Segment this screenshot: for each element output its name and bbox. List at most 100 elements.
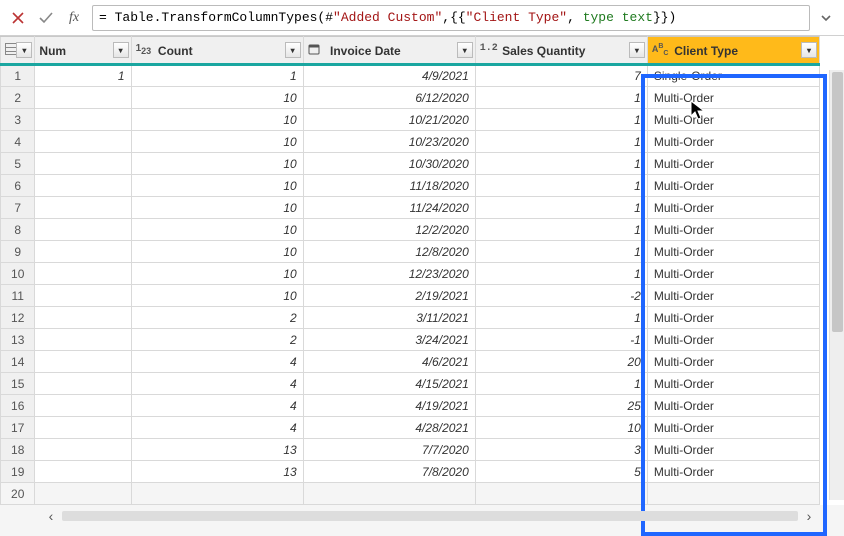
cell-count[interactable] (131, 483, 303, 505)
table-row[interactable]: 51010/30/20201Multi-Order (1, 153, 820, 175)
row-number[interactable]: 18 (1, 439, 35, 461)
cell-client-type[interactable]: Multi-Order (647, 307, 819, 329)
row-number[interactable]: 9 (1, 241, 35, 263)
table-row[interactable]: 1644/19/202125Multi-Order (1, 395, 820, 417)
cell-sales-quantity[interactable] (475, 483, 647, 505)
cell-count[interactable]: 4 (131, 351, 303, 373)
table-row[interactable]: 20 (1, 483, 820, 505)
scrollbar-track[interactable] (62, 511, 798, 521)
row-number[interactable]: 8 (1, 219, 35, 241)
row-number[interactable]: 12 (1, 307, 35, 329)
cell-count[interactable]: 13 (131, 461, 303, 483)
row-number[interactable]: 19 (1, 461, 35, 483)
cell-count[interactable]: 10 (131, 285, 303, 307)
cell-invoice-date[interactable]: 12/23/2020 (303, 263, 475, 285)
cell-count[interactable]: 10 (131, 263, 303, 285)
table-row[interactable]: 18137/7/20203Multi-Order (1, 439, 820, 461)
cancel-formula-button[interactable] (6, 6, 30, 30)
cell-sales-quantity[interactable]: 1 (475, 263, 647, 285)
cell-client-type[interactable]: Multi-Order (647, 285, 819, 307)
cell-count[interactable]: 2 (131, 329, 303, 351)
filter-button-quantity[interactable]: ▾ (629, 42, 645, 58)
cell-sales-quantity[interactable]: -1 (475, 329, 647, 351)
cell-sales-quantity[interactable]: 3 (475, 439, 647, 461)
row-number[interactable]: 6 (1, 175, 35, 197)
cell-invoice-date[interactable]: 4/19/2021 (303, 395, 475, 417)
row-number[interactable]: 20 (1, 483, 35, 505)
cell-num[interactable] (35, 395, 131, 417)
column-header-client-type[interactable]: ABC Client Type ▾ (647, 37, 819, 65)
cell-sales-quantity[interactable]: 1 (475, 175, 647, 197)
cell-count[interactable]: 10 (131, 153, 303, 175)
cell-invoice-date[interactable]: 12/8/2020 (303, 241, 475, 263)
table-row[interactable]: 1323/24/2021-1Multi-Order (1, 329, 820, 351)
row-number[interactable]: 14 (1, 351, 35, 373)
cell-sales-quantity[interactable]: 1 (475, 87, 647, 109)
table-row[interactable]: 101012/23/20201Multi-Order (1, 263, 820, 285)
cell-invoice-date[interactable]: 11/18/2020 (303, 175, 475, 197)
cell-num[interactable]: 1 (35, 65, 131, 87)
cell-invoice-date[interactable]: 3/11/2021 (303, 307, 475, 329)
cell-num[interactable] (35, 241, 131, 263)
filter-button-num[interactable]: ▾ (113, 42, 129, 58)
cell-num[interactable] (35, 483, 131, 505)
cell-client-type[interactable]: Multi-Order (647, 417, 819, 439)
cell-client-type[interactable]: Multi-Order (647, 373, 819, 395)
table-menu-button[interactable]: ▾ (16, 42, 32, 58)
cell-count[interactable]: 10 (131, 87, 303, 109)
cell-invoice-date[interactable]: 10/23/2020 (303, 131, 475, 153)
cell-num[interactable] (35, 351, 131, 373)
filter-button-invoice[interactable]: ▾ (457, 42, 473, 58)
cell-sales-quantity[interactable]: 1 (475, 307, 647, 329)
cell-sales-quantity[interactable]: 20 (475, 351, 647, 373)
cell-num[interactable] (35, 263, 131, 285)
cell-invoice-date[interactable]: 12/2/2020 (303, 219, 475, 241)
cell-count[interactable]: 2 (131, 307, 303, 329)
row-number[interactable]: 17 (1, 417, 35, 439)
row-number[interactable]: 15 (1, 373, 35, 395)
cell-count[interactable]: 1 (131, 65, 303, 87)
cell-client-type[interactable]: Multi-Order (647, 197, 819, 219)
column-header-invoice-date[interactable]: Invoice Date ▾ (303, 37, 475, 65)
table-row[interactable]: 2106/12/20201Multi-Order (1, 87, 820, 109)
table-row[interactable]: 11102/19/2021-2Multi-Order (1, 285, 820, 307)
table-row[interactable]: 12 23/11/20211Multi-Order (1, 307, 820, 329)
cell-num[interactable] (35, 329, 131, 351)
horizontal-scrollbar[interactable]: ‹ › (40, 507, 820, 525)
commit-formula-button[interactable] (34, 6, 58, 30)
cell-count[interactable]: 13 (131, 439, 303, 461)
row-number[interactable]: 5 (1, 153, 35, 175)
table-row[interactable]: 1744/28/202110Multi-Order (1, 417, 820, 439)
cell-invoice-date[interactable]: 10/21/2020 (303, 109, 475, 131)
cell-sales-quantity[interactable]: 1 (475, 131, 647, 153)
cell-count[interactable]: 4 (131, 395, 303, 417)
row-number[interactable]: 2 (1, 87, 35, 109)
filter-button-client[interactable]: ▾ (801, 42, 817, 58)
scroll-left-button[interactable]: ‹ (40, 507, 62, 525)
cell-invoice-date[interactable]: 4/28/2021 (303, 417, 475, 439)
row-number[interactable]: 7 (1, 197, 35, 219)
cell-invoice-date[interactable]: 3/24/2021 (303, 329, 475, 351)
cell-client-type[interactable]: Multi-Order (647, 109, 819, 131)
cell-num[interactable] (35, 285, 131, 307)
table-corner[interactable]: ▾ (1, 37, 35, 65)
cell-count[interactable]: 10 (131, 175, 303, 197)
table-row[interactable]: 1114/9/20217Single-Order (1, 65, 820, 87)
cell-num[interactable] (35, 175, 131, 197)
vertical-scrollbar[interactable] (829, 70, 844, 500)
cell-count[interactable]: 10 (131, 109, 303, 131)
cell-count[interactable]: 10 (131, 131, 303, 153)
cell-invoice-date[interactable] (303, 483, 475, 505)
cell-count[interactable]: 10 (131, 219, 303, 241)
cell-sales-quantity[interactable]: 7 (475, 65, 647, 87)
cell-client-type[interactable]: Multi-Order (647, 219, 819, 241)
cell-sales-quantity[interactable]: 1 (475, 373, 647, 395)
cell-invoice-date[interactable]: 2/19/2021 (303, 285, 475, 307)
table-row[interactable]: 31010/21/20201Multi-Order (1, 109, 820, 131)
cell-sales-quantity[interactable]: 1 (475, 197, 647, 219)
cell-count[interactable]: 4 (131, 417, 303, 439)
cell-num[interactable] (35, 461, 131, 483)
cell-invoice-date[interactable]: 10/30/2020 (303, 153, 475, 175)
cell-num[interactable] (35, 439, 131, 461)
table-row[interactable]: 61011/18/20201Multi-Order (1, 175, 820, 197)
